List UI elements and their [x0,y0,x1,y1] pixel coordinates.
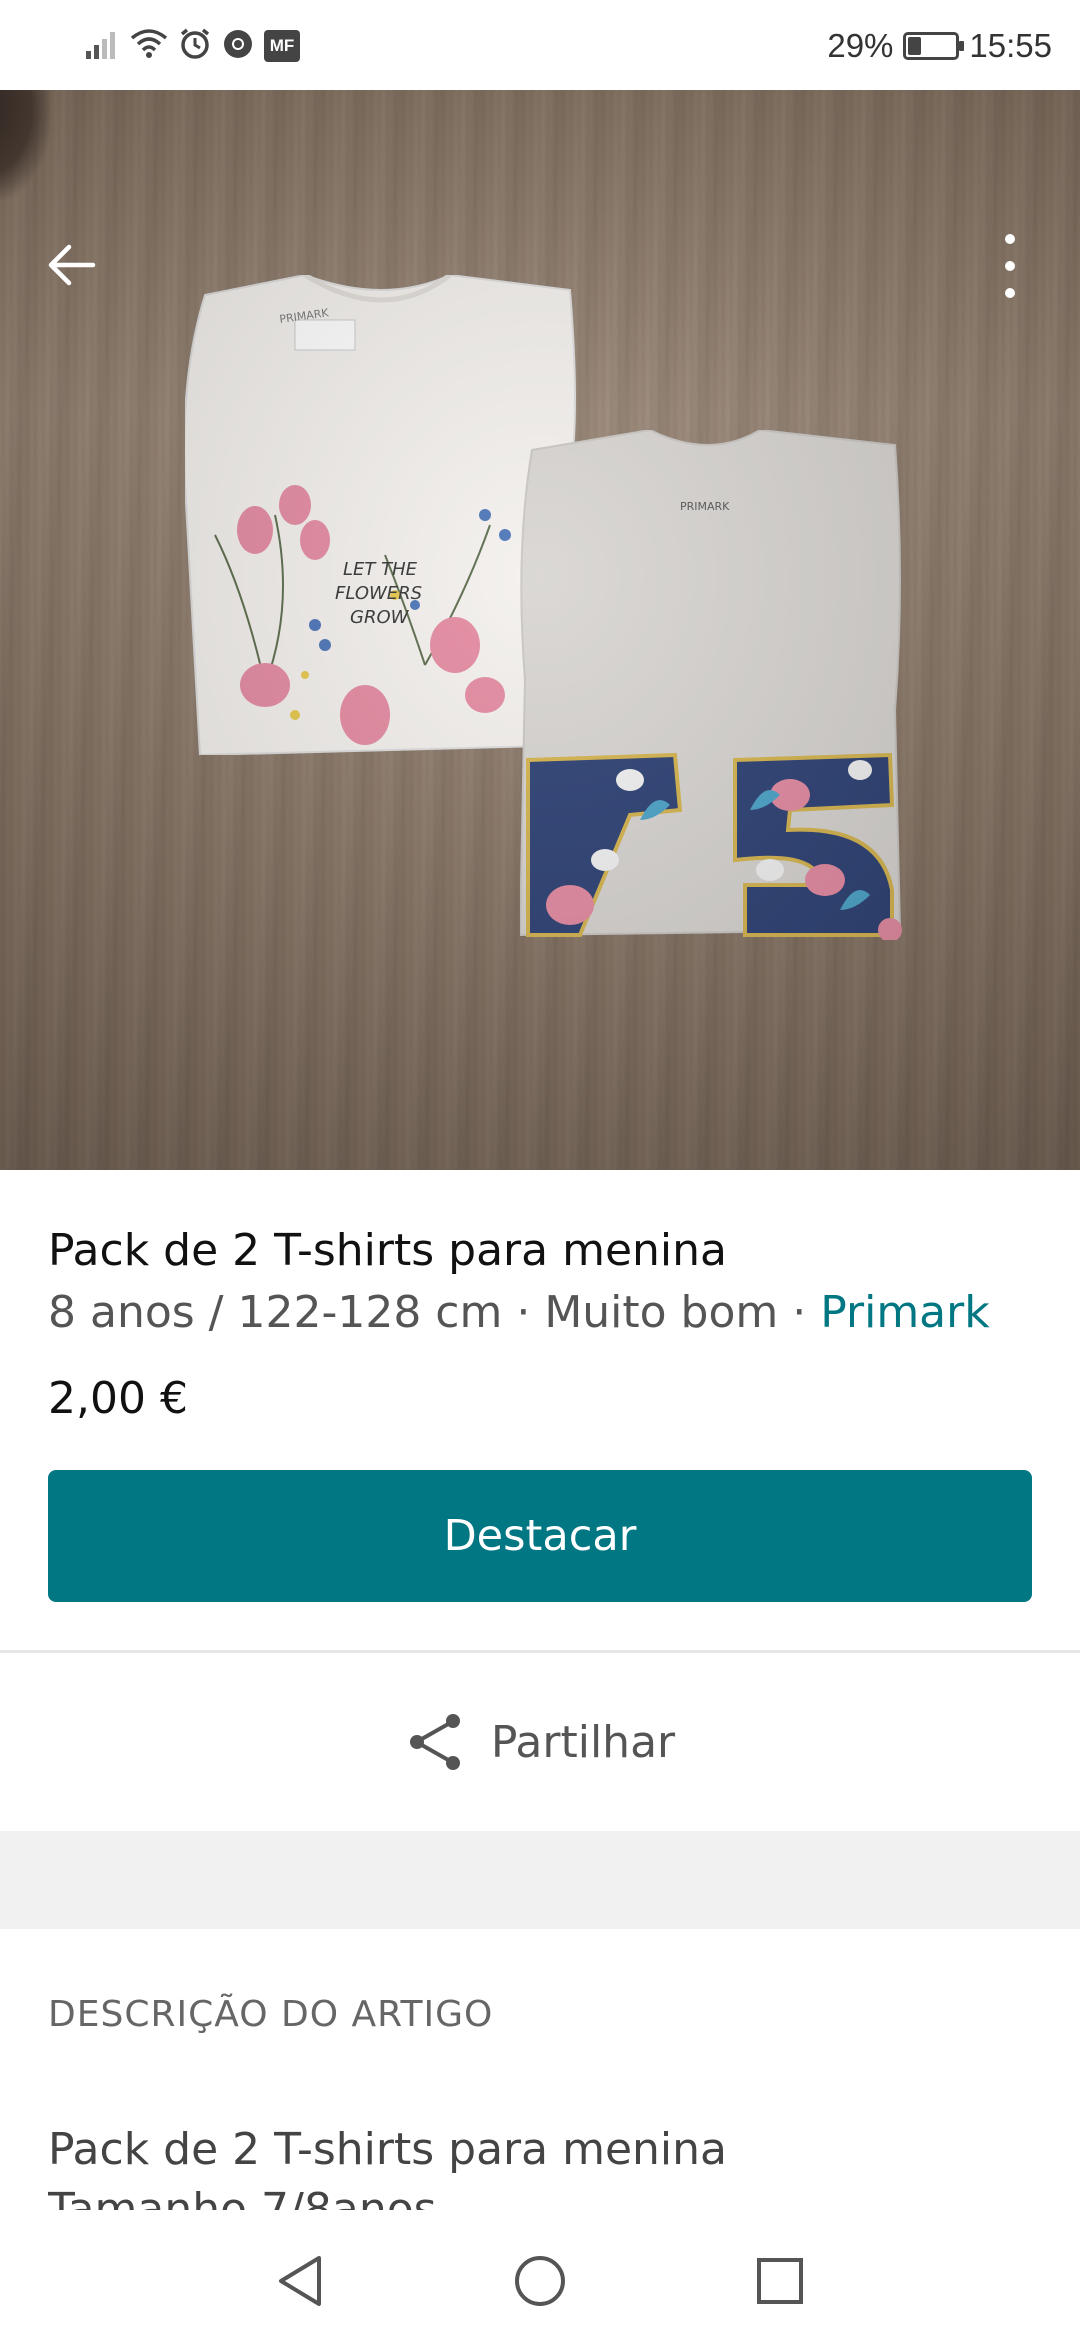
status-bar: MF 29% 15:55 [0,0,1080,90]
description-section: DESCRIÇÃO DO ARTIGO Pack de 2 T-shirts p… [48,1990,1038,2210]
share-icon [409,1714,460,1770]
wifi-icon [130,28,168,64]
battery-percent: 29% [827,27,894,64]
nav-back-button[interactable] [260,2241,340,2321]
system-nav-bar [0,2222,1080,2340]
battery-level [908,37,922,55]
item-size: 8 anos / 122-128 cm [48,1287,503,1338]
nav-recents-button[interactable] [740,2241,820,2321]
item-title: Pack de 2 T-shirts para menina [48,1225,727,1276]
svg-text:PRIMARK: PRIMARK [680,500,730,513]
clock: 15:55 [969,27,1052,64]
more-vert-icon-dot [1005,234,1015,244]
description-header: DESCRIÇÃO DO ARTIGO [48,1994,494,2035]
more-vert-icon-dot [1005,288,1015,298]
share-label: Partilhar [490,1716,676,1768]
nav-home-button[interactable] [500,2241,580,2321]
circle-home-icon [515,2256,565,2306]
grey-tshirt-image: PRIMARK [520,430,902,940]
status-icons-right: 29% 15:55 [827,24,1052,68]
item-meta: 8 anos / 122-128 cm · Muito bom · Primar… [48,1282,1038,1344]
meta-separator: · [778,1287,821,1338]
share-button[interactable]: Partilhar [0,1653,1080,1831]
back-button[interactable] [36,230,106,300]
item-info: Pack de 2 T-shirts para menina 8 anos / … [48,1220,1038,1430]
more-vert-icon-dot [1005,261,1015,271]
battery-icon [903,32,965,60]
meta-separator: · [502,1287,545,1338]
item-brand-link[interactable]: Primark [820,1287,989,1338]
signal-icon [86,29,120,63]
chrome-icon [222,28,254,64]
section-separator [0,1831,1080,1929]
alarm-icon [178,27,212,65]
item-price: 2,00 € [48,1373,188,1424]
more-options-button[interactable] [985,228,1035,304]
item-condition: Muito bom [544,1287,779,1338]
photo-shadow [0,90,50,200]
status-icons-left: MF [86,24,300,68]
triangle-back-icon [279,2256,321,2306]
description-line: Tamanho 7/8anos [48,2184,437,2210]
description-body: Pack de 2 T-shirts para menina Tamanho 7… [48,2120,1038,2210]
highlight-button[interactable]: Destacar [48,1470,1032,1602]
item-photo[interactable]: PRIMARK LET THE FLOWERS GROW PRIMARK [0,90,1080,1170]
square-recents-icon [757,2258,803,2304]
mf-app-icon: MF [264,30,300,62]
description-line: Pack de 2 T-shirts para menina [48,2124,727,2175]
arrow-left-icon [48,244,96,286]
